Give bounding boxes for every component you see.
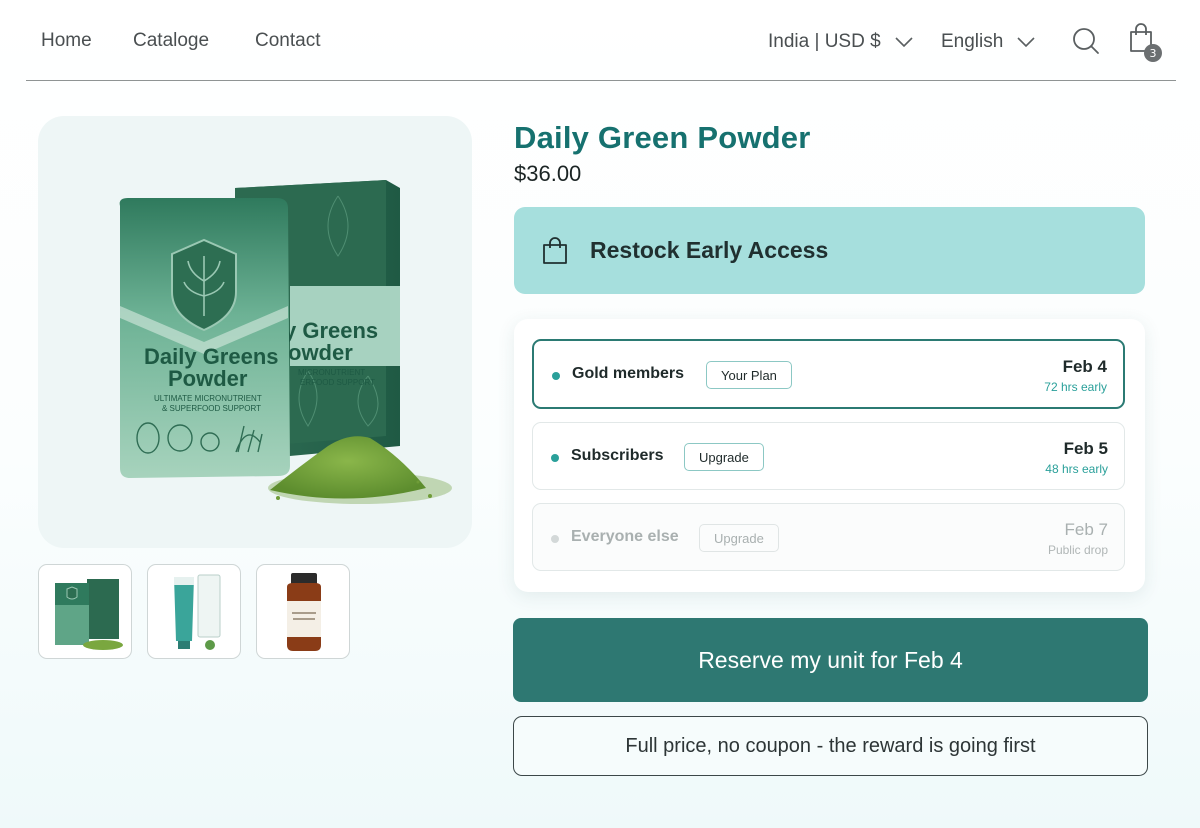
shopping-bag-icon [543,236,567,264]
box-tag-line2: ERFOOD SUPPORT [300,378,375,387]
restock-early-access-label: Restock Early Access [590,237,829,263]
language-selector[interactable]: English [941,31,1035,53]
pouch-tag-line1: ULTIMATE MICRONUTRIENT [154,394,262,403]
upgrade-button[interactable]: Upgrade [684,443,764,471]
thumbnail-fluoride-toothpaste[interactable] [147,564,241,659]
nav-contact-link[interactable]: Contact [255,30,320,52]
tier-everyone-else[interactable]: Everyone else Upgrade Feb 7 Public drop [532,503,1125,571]
pouch-title-line2: Powder [168,366,248,391]
tier-subscribers[interactable]: Subscribers Upgrade Feb 5 48 hrs early [532,422,1125,490]
product-package-illustration: y Greens owder MICRONUTRIENT ERFOOD SUPP… [119,180,452,504]
tier-name: Gold members [572,365,685,382]
your-plan-badge: Your Plan [706,361,792,389]
region-currency-selector[interactable]: India | USD $ [768,31,913,53]
region-currency-label: India | USD $ [768,31,881,52]
tier-gold-members[interactable]: Gold members Your Plan Feb 4 72 hrs earl… [532,339,1125,409]
greens-powder-thumb-image [55,579,123,650]
nav-home-link[interactable]: Home [41,30,92,52]
product-title: Daily Green Powder [514,120,811,155]
tier-indicator-dot [551,454,559,462]
product-main-image[interactable]: y Greens owder MICRONUTRIENT ERFOOD SUPP… [38,116,472,548]
pouch-tag-line2: & SUPERFOOD SUPPORT [162,404,261,413]
cart-count-badge: 3 [1144,44,1162,62]
vitamin-bottle-thumb-image [287,573,321,651]
top-navigation: Home Cataloge Contact India | USD $ Engl… [26,0,1176,81]
tier-name: Everyone else [571,528,679,545]
full-price-note: Full price, no coupon - the reward is go… [513,716,1148,776]
tier-indicator-dot [551,535,559,543]
chevron-down-icon [1017,37,1035,47]
nav-catalogue-link[interactable]: Cataloge [133,30,209,52]
tier-early-hours: 72 hrs early [1044,380,1107,394]
access-tier-list: Gold members Your Plan Feb 4 72 hrs earl… [514,319,1145,592]
search-icon[interactable] [1072,27,1100,55]
restock-early-access-banner: Restock Early Access [514,207,1145,294]
box-tag-line1: MICRONUTRIENT [298,368,365,377]
tier-date: Feb 5 [1063,439,1108,458]
product-price: $36.00 [514,161,582,186]
tier-public-drop: Public drop [1047,543,1108,557]
product-thumbnails [38,564,350,659]
toothpaste-thumb-image [174,574,221,650]
thumbnail-greens-powder[interactable] [38,564,132,659]
thumbnail-vitamin-d3-k2[interactable] [256,564,350,659]
tier-indicator-dot [552,372,560,380]
reserve-unit-button[interactable]: Reserve my unit for Feb 4 [513,618,1148,702]
chevron-down-icon [895,37,913,47]
tier-date: Feb 7 [1064,520,1108,539]
box-title-line2: owder [288,340,353,365]
upgrade-button[interactable]: Upgrade [699,524,779,552]
language-label: English [941,31,1004,52]
tier-name: Subscribers [571,447,664,464]
tier-early-hours: 48 hrs early [1045,462,1108,476]
tier-date: Feb 4 [1062,357,1107,376]
